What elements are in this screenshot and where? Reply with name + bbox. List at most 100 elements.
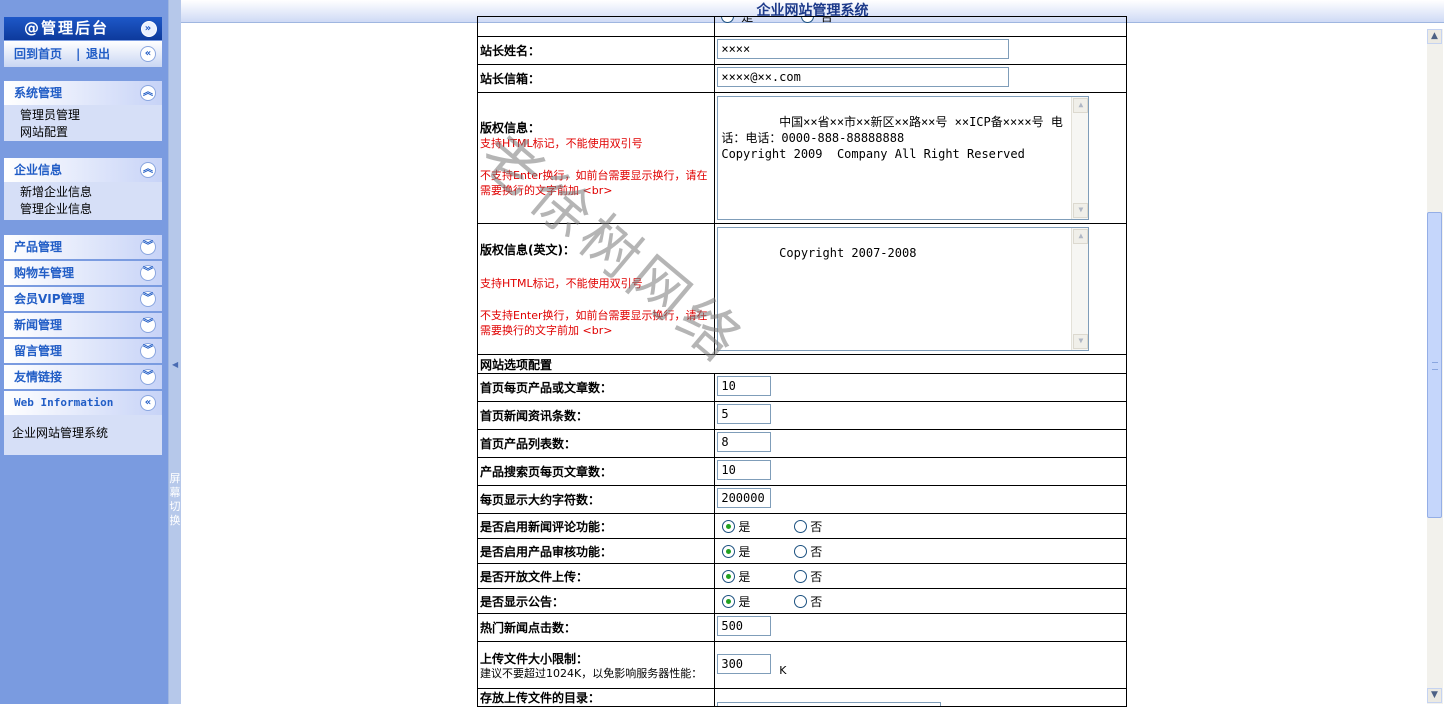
group-title-links[interactable]: 友情链接 ︾ (4, 365, 162, 389)
upload-dir-input[interactable] (717, 702, 942, 706)
scroll-up-icon[interactable]: ▲ (1073, 98, 1089, 113)
scroll-down-icon[interactable]: ▼ (1073, 334, 1089, 349)
chevron-down-icon[interactable]: ︾ (140, 291, 156, 307)
value-cell: 中国××省××市××新区××路××号 ××ICP备××××号 电话：电话：000… (714, 92, 1127, 224)
copyright-text: 中国××省××市××新区××路××号 ××ICP备××××号 电话：电话：000… (721, 115, 1063, 161)
radio-yes[interactable] (722, 519, 736, 533)
table-row: 首页新闻资讯条数： 5 (476, 401, 1127, 430)
webmaster-email-input[interactable]: ××××@××.com (717, 67, 1010, 87)
group-system: 系统管理 ︽ 管理员管理 网站配置 (4, 81, 162, 141)
grip-icon (1432, 362, 1438, 370)
group-products: 产品管理 ︾ (4, 235, 162, 259)
radio-no[interactable] (794, 569, 808, 583)
group-label: 系统管理 (14, 86, 63, 100)
copyright-en-label: 版权信息(英文)： (480, 242, 575, 257)
copyright-textarea[interactable]: 中国××省××市××新区××路××号 ××ICP备××××号 电话：电话：000… (717, 96, 1090, 220)
radio-no[interactable] (794, 594, 808, 608)
group-title-system[interactable]: 系统管理 ︽ (4, 81, 162, 105)
group-title-messages[interactable]: 留言管理 ︾ (4, 339, 162, 363)
value-cell: 8 (714, 429, 1127, 458)
field-label: 首页产品列表数： (476, 429, 716, 458)
scroll-down-icon[interactable]: ▼ (1073, 203, 1089, 218)
group-title-web-info[interactable]: Web Information « (4, 391, 162, 415)
group-messages: 留言管理 ︾ (4, 339, 162, 363)
radio-button[interactable] (721, 17, 735, 23)
radio-yes[interactable] (722, 544, 736, 558)
menu-manage-company[interactable]: 管理企业信息 (20, 201, 162, 218)
upload-limit-input[interactable]: 300 (717, 653, 772, 674)
enter-note: 不支持Enter换行，如前台需要显示换行，请在需要换行的文字前加 <br> (480, 168, 708, 197)
home-link[interactable]: 回到首页 (14, 41, 62, 67)
scroll-up-icon[interactable]: ▲ (1427, 29, 1442, 44)
chevron-down-icon[interactable]: ︾ (140, 343, 156, 359)
collapse-all-icon[interactable]: » (141, 21, 157, 37)
group-title-news[interactable]: 新闻管理 ︾ (4, 313, 162, 337)
enter-note: 不支持Enter换行，如前台需要显示换行，请在需要换行的文字前加 <br> (480, 308, 708, 337)
chevron-up-icon[interactable]: ︽ (140, 85, 156, 101)
chevron-left-icon[interactable]: « (140, 46, 156, 62)
radio-no[interactable] (794, 519, 808, 533)
home-products-input[interactable]: 8 (717, 432, 772, 452)
search-per-page-input[interactable]: 10 (717, 460, 772, 480)
page-scrollbar[interactable]: ▲ ▼ (1427, 29, 1443, 704)
field-label: 热门新闻点击数： (476, 613, 716, 642)
upload-limit-label: 上传文件大小限制： (480, 652, 589, 666)
radio-yes[interactable] (722, 569, 736, 583)
table-row: 站长信箱： ××××@××.com (476, 64, 1127, 93)
screen-switch-label[interactable]: 屏幕切换 (169, 472, 181, 528)
menu-admin-manage[interactable]: 管理员管理 (20, 107, 162, 124)
table-row: 是 否 (476, 16, 1127, 37)
upload-limit-label-cell: 上传文件大小限制： 建议不要超过1024K，以免影响服务器性能： (476, 641, 716, 689)
table-row: 是否显示公告： 是 否 (476, 588, 1127, 614)
menu-site-config[interactable]: 网站配置 (20, 124, 162, 141)
webmaster-name-input[interactable]: ×××× (717, 39, 1010, 59)
radio-button[interactable] (800, 17, 814, 23)
chevron-up-icon[interactable]: ︽ (140, 162, 156, 178)
group-news: 新闻管理 ︾ (4, 313, 162, 337)
scroll-down-icon[interactable]: ▼ (1427, 688, 1442, 703)
radio-label: 否 (810, 569, 823, 584)
table-row: 产品搜索页每页文章数： 10 (476, 457, 1127, 486)
home-items-input[interactable]: 10 (717, 376, 772, 396)
scrollbar[interactable]: ▲ ▼ (1071, 228, 1089, 350)
hot-clicks-input[interactable]: 500 (717, 616, 772, 636)
chevron-down-icon[interactable]: ︾ (140, 239, 156, 255)
group-links: 友情链接 ︾ (4, 365, 162, 389)
menu-add-company[interactable]: 新增企业信息 (20, 184, 162, 201)
group-label: 新闻管理 (14, 318, 63, 332)
top-links: 回到首页 | 退出 « (4, 41, 162, 67)
scroll-thumb[interactable] (1427, 212, 1442, 518)
chevron-down-icon[interactable]: ︾ (140, 369, 156, 385)
triangle-left-icon[interactable]: ◀ (172, 360, 178, 369)
home-news-input[interactable]: 5 (717, 404, 772, 424)
value-cell: 是 否 (714, 538, 1127, 564)
value-cell: 500 (714, 613, 1127, 642)
group-title-company[interactable]: 企业信息 ︽ (4, 158, 162, 182)
group-label: 留言管理 (14, 344, 63, 358)
value-cell: 是 否 (714, 513, 1127, 539)
group-label: 友情链接 (14, 370, 63, 384)
radio-yes[interactable] (722, 594, 736, 608)
chars-per-page-input[interactable]: 200000 (717, 488, 772, 508)
html-note: 支持HTML标记，不能使用双引号 (480, 136, 643, 150)
field-label: 产品搜索页每页文章数： (476, 457, 716, 486)
scrollbar[interactable]: ▲ ▼ (1071, 97, 1089, 219)
group-label: 产品管理 (14, 240, 63, 254)
scroll-up-icon[interactable]: ▲ (1073, 229, 1089, 244)
logout-link[interactable]: 退出 (86, 41, 110, 67)
table-row: 热门新闻点击数： 500 (476, 613, 1127, 642)
chevron-left-icon[interactable]: « (140, 395, 156, 411)
chevron-down-icon[interactable]: ︾ (140, 317, 156, 333)
screen-switch-bar[interactable]: ◀ 屏幕切换 (168, 0, 181, 704)
radio-no[interactable] (794, 544, 808, 558)
chevron-down-icon[interactable]: ︾ (140, 265, 156, 281)
copyright-en-textarea[interactable]: Copyright 2007-2008 ▲ ▼ (717, 227, 1090, 351)
group-label: 企业信息 (14, 163, 63, 177)
field-label: 首页新闻资讯条数： (476, 401, 716, 430)
partial-radio-cell: 是 否 (714, 16, 1127, 37)
table-row: 上传文件大小限制： 建议不要超过1024K，以免影响服务器性能： 300 K (476, 641, 1127, 689)
group-title-vip[interactable]: 会员VIP管理 ︾ (4, 287, 162, 311)
value-cell: 300 K (714, 641, 1127, 689)
group-title-products[interactable]: 产品管理 ︾ (4, 235, 162, 259)
group-title-cart[interactable]: 购物车管理 ︾ (4, 261, 162, 285)
